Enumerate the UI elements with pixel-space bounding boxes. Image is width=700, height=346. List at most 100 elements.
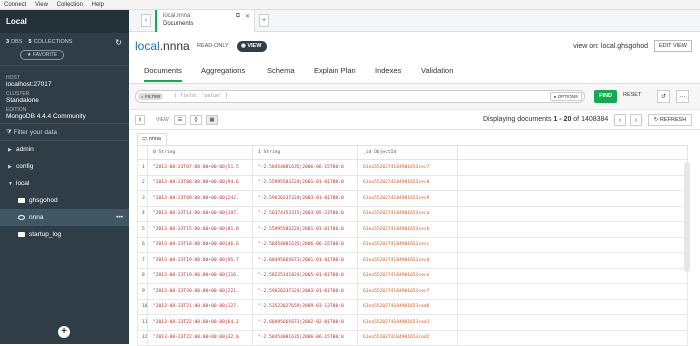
cell-objectid[interactable]: 61ea5520274184901653cece — [357, 267, 458, 284]
grid-scrollbar[interactable] — [684, 162, 690, 272]
table-row[interactable]: 9 "2013-08-23T20:00:00+00:00|221. "-2.5962… — [137, 283, 688, 300]
cell-objectid[interactable]: 61ea5520274184901653cecb — [357, 221, 458, 238]
cell-objectid[interactable]: 61ea5520274184901653cec9 — [357, 190, 458, 207]
tab-validation[interactable]: Validation — [421, 66, 453, 75]
table-row[interactable]: 7 "2013-08-23T19:00:00+00:00|95.7 "-2.6049… — [137, 252, 688, 269]
next-page-button[interactable]: › — [630, 114, 642, 126]
cell-string-0[interactable]: "2013-08-23T22:00:00+00:00|64.2 — [147, 314, 253, 331]
tab-schema[interactable]: Schema — [267, 66, 295, 75]
row-number: 2 — [137, 174, 148, 191]
table-row[interactable]: 8 "2013-08-23T19:00:00+00:00|116. "-2.5822… — [137, 267, 688, 284]
history-icon[interactable]: ↺ — [657, 90, 670, 103]
close-tab-icon[interactable]: ✕ — [245, 13, 250, 20]
cell-string-0[interactable]: "2013-08-23T21:00:00+00:00|127. — [147, 298, 253, 315]
cell-objectid[interactable]: 61ea5520274184901653ced0 — [357, 298, 458, 315]
table-view-icon[interactable]: ▦ — [206, 115, 218, 125]
tab-local-nnna[interactable]: local.nnna Documents ⧉ ✕ — [155, 10, 255, 32]
table-row[interactable]: 5 "2013-08-23T15:00:00+00:00|81.0 "-2.5599… — [137, 221, 688, 238]
cell-objectid[interactable]: 61ea5520274184901653cec7 — [357, 159, 458, 176]
column-header[interactable]: 1 String — [252, 145, 358, 160]
cell-string-1[interactable]: "-2.58454081635|2006-06-15T00:0 — [252, 329, 358, 346]
table-row[interactable]: 1 "2013-08-23T07:00:00+00:00|51.5 "-2.5845… — [137, 159, 688, 176]
table-row[interactable]: 12 "2013-08-23T22:00:00+00:00|32.0 "-2.584… — [137, 329, 688, 346]
tree-item-ghsgohod[interactable]: ghsgohod — [0, 192, 129, 209]
filter-placeholder: Filter your data — [13, 129, 57, 136]
prev-page-button[interactable]: ‹ — [614, 114, 626, 126]
table-row[interactable]: 4 "2013-08-23T14:00:00+00:00|197. "-2.5637… — [137, 205, 688, 222]
cell-string-1[interactable]: "-2.58454081635|2006-06-15T00:0 — [252, 236, 358, 253]
create-database-button[interactable]: + — [58, 326, 70, 338]
json-view-icon[interactable]: {} — [190, 115, 202, 125]
cell-string-1[interactable]: "-2.60495665673|2001-01-01T00:0 — [252, 252, 358, 269]
grid-breadcrumb-label: nnna — [148, 136, 161, 142]
find-button[interactable]: FIND — [594, 90, 617, 103]
cell-string-0[interactable]: "2013-08-23T18:00:00+00:00|46.6 — [147, 236, 253, 253]
more-options-icon[interactable]: … — [676, 90, 689, 103]
tree-item-nnna[interactable]: nnna ••• — [0, 209, 129, 226]
edit-view-button[interactable]: EDIT VIEW — [653, 40, 692, 52]
tab-explain-plan[interactable]: Explain Plan — [314, 66, 356, 75]
cell-string-1[interactable]: "-2.59626237324|2003-01-01T00:0 — [252, 190, 358, 207]
tree-item-admin[interactable]: ▶ admin — [0, 141, 129, 158]
view-badge: ◉ VIEW — [237, 41, 268, 52]
more-options-icon[interactable]: ••• — [116, 209, 123, 226]
menu-help[interactable]: Help — [92, 2, 104, 8]
tree-item-local[interactable]: ▼ local — [0, 175, 129, 192]
menu-view[interactable]: View — [35, 2, 48, 8]
tree-item-startup-log[interactable]: startup_log — [0, 226, 129, 243]
cell-objectid[interactable]: 61ea5520274184901653cecd — [357, 252, 458, 269]
cell-string-1[interactable]: "-2.53523027659|2009-03-13T00:0 — [252, 298, 358, 315]
favorite-button[interactable]: ★ FAVORITE — [20, 50, 65, 60]
refresh-button[interactable]: ↻ REFRESH — [648, 114, 692, 126]
filter-input[interactable]: ◐ FILTER { field: 'value' } ▸ OPTIONS — [135, 90, 585, 103]
table-row[interactable]: 6 "2013-08-23T18:00:00+00:00|46.6 "-2.5845… — [137, 236, 688, 253]
cell-string-0[interactable]: "2013-08-23T19:00:00+00:00|95.7 — [147, 252, 253, 269]
cell-string-1[interactable]: "-2.58454081635|2006-06-15T00:0 — [252, 159, 358, 176]
refresh-label: REFRESH — [659, 117, 687, 123]
options-button[interactable]: ▸ OPTIONS — [550, 92, 582, 101]
cell-string-0[interactable]: "2013-08-23T20:00:00+00:00|221. — [147, 283, 253, 300]
cell-objectid[interactable]: 61ea5520274184901653cecc — [357, 236, 458, 253]
menu-collection[interactable]: Collection — [57, 2, 83, 8]
list-view-icon[interactable]: ☰ — [174, 115, 186, 125]
table-row[interactable]: 3 "2013-08-23T09:00:00+00:00|242. "-2.5962… — [137, 190, 688, 207]
new-tab-button[interactable]: + — [259, 14, 269, 27]
cell-objectid[interactable]: 61ea5520274184901653cec8 — [357, 174, 458, 191]
tab-aggregations[interactable]: Aggregations — [201, 66, 245, 75]
cell-string-1[interactable]: "-2.55995583224|2001-01-01T00:0 — [252, 174, 358, 191]
db-name[interactable]: local — [135, 39, 160, 53]
cell-string-0[interactable]: "2013-08-23T08:00:00+00:00|94.6 — [147, 174, 253, 191]
table-row[interactable]: 11 "2013-08-23T22:00:00+00:00|64.2 "-2.604… — [137, 314, 688, 331]
cell-string-1[interactable]: "-2.56374153315|2003-05-23T00:0 — [252, 205, 358, 222]
cell-string-0[interactable]: "2013-08-23T22:00:00+00:00|32.0 — [147, 329, 253, 346]
cell-objectid[interactable]: 61ea5520274184901653cecf — [357, 283, 458, 300]
grid-breadcrumb[interactable]: ▭ nnna — [137, 133, 167, 145]
cell-objectid[interactable]: 61ea5520274184901653ceca — [357, 205, 458, 222]
row-number: 11 — [137, 314, 148, 331]
cell-string-1[interactable]: "-2.55995583224|2001-01-01T00:0 — [252, 221, 358, 238]
sidebar-filter-input[interactable]: ⧩ Filter your data — [0, 123, 129, 141]
table-row[interactable]: 2 "2013-08-23T08:00:00+00:00|94.6 "-2.5599… — [137, 174, 688, 191]
cell-objectid[interactable]: 61ea5520274184901653ced1 — [357, 314, 458, 331]
cell-string-0[interactable]: "2013-08-23T07:00:00+00:00|51.5 — [147, 159, 253, 176]
refresh-icon[interactable]: ↻ — [115, 38, 122, 47]
table-row[interactable]: 10 "2013-08-23T21:00:00+00:00|127. "-2.535… — [137, 298, 688, 315]
cell-string-0[interactable]: "2013-08-23T09:00:00+00:00|242. — [147, 190, 253, 207]
cell-objectid[interactable]: 61ea5520274184901653ced2 — [357, 329, 458, 346]
cell-string-1[interactable]: "-2.58225341824|2005-01-01T00:0 — [252, 267, 358, 284]
tab-scroll-left-button[interactable]: ‹ — [141, 14, 151, 27]
tree-item-config[interactable]: ▶ config — [0, 158, 129, 175]
menu-connect[interactable]: Connect — [4, 2, 26, 8]
cell-string-0[interactable]: "2013-08-23T15:00:00+00:00|81.0 — [147, 221, 253, 238]
duplicate-tab-icon[interactable]: ⧉ — [236, 13, 240, 20]
cell-string-1[interactable]: "-2.59626237324|2003-01-01T00:0 — [252, 283, 358, 300]
column-header[interactable]: 0 String — [147, 145, 253, 160]
cell-string-1[interactable]: "-2.60495665673|2002-02-01T00:0 — [252, 314, 358, 331]
tab-documents[interactable]: Documents — [144, 66, 182, 82]
tab-indexes[interactable]: Indexes — [375, 66, 401, 75]
column-header[interactable]: _id ObjectId — [357, 145, 458, 160]
cell-string-0[interactable]: "2013-08-23T14:00:00+00:00|197. — [147, 205, 253, 222]
cell-string-0[interactable]: "2013-08-23T19:00:00+00:00|116. — [147, 267, 253, 284]
reset-button[interactable]: RESET — [623, 92, 641, 98]
import-icon[interactable]: ⭳ — [135, 115, 145, 125]
